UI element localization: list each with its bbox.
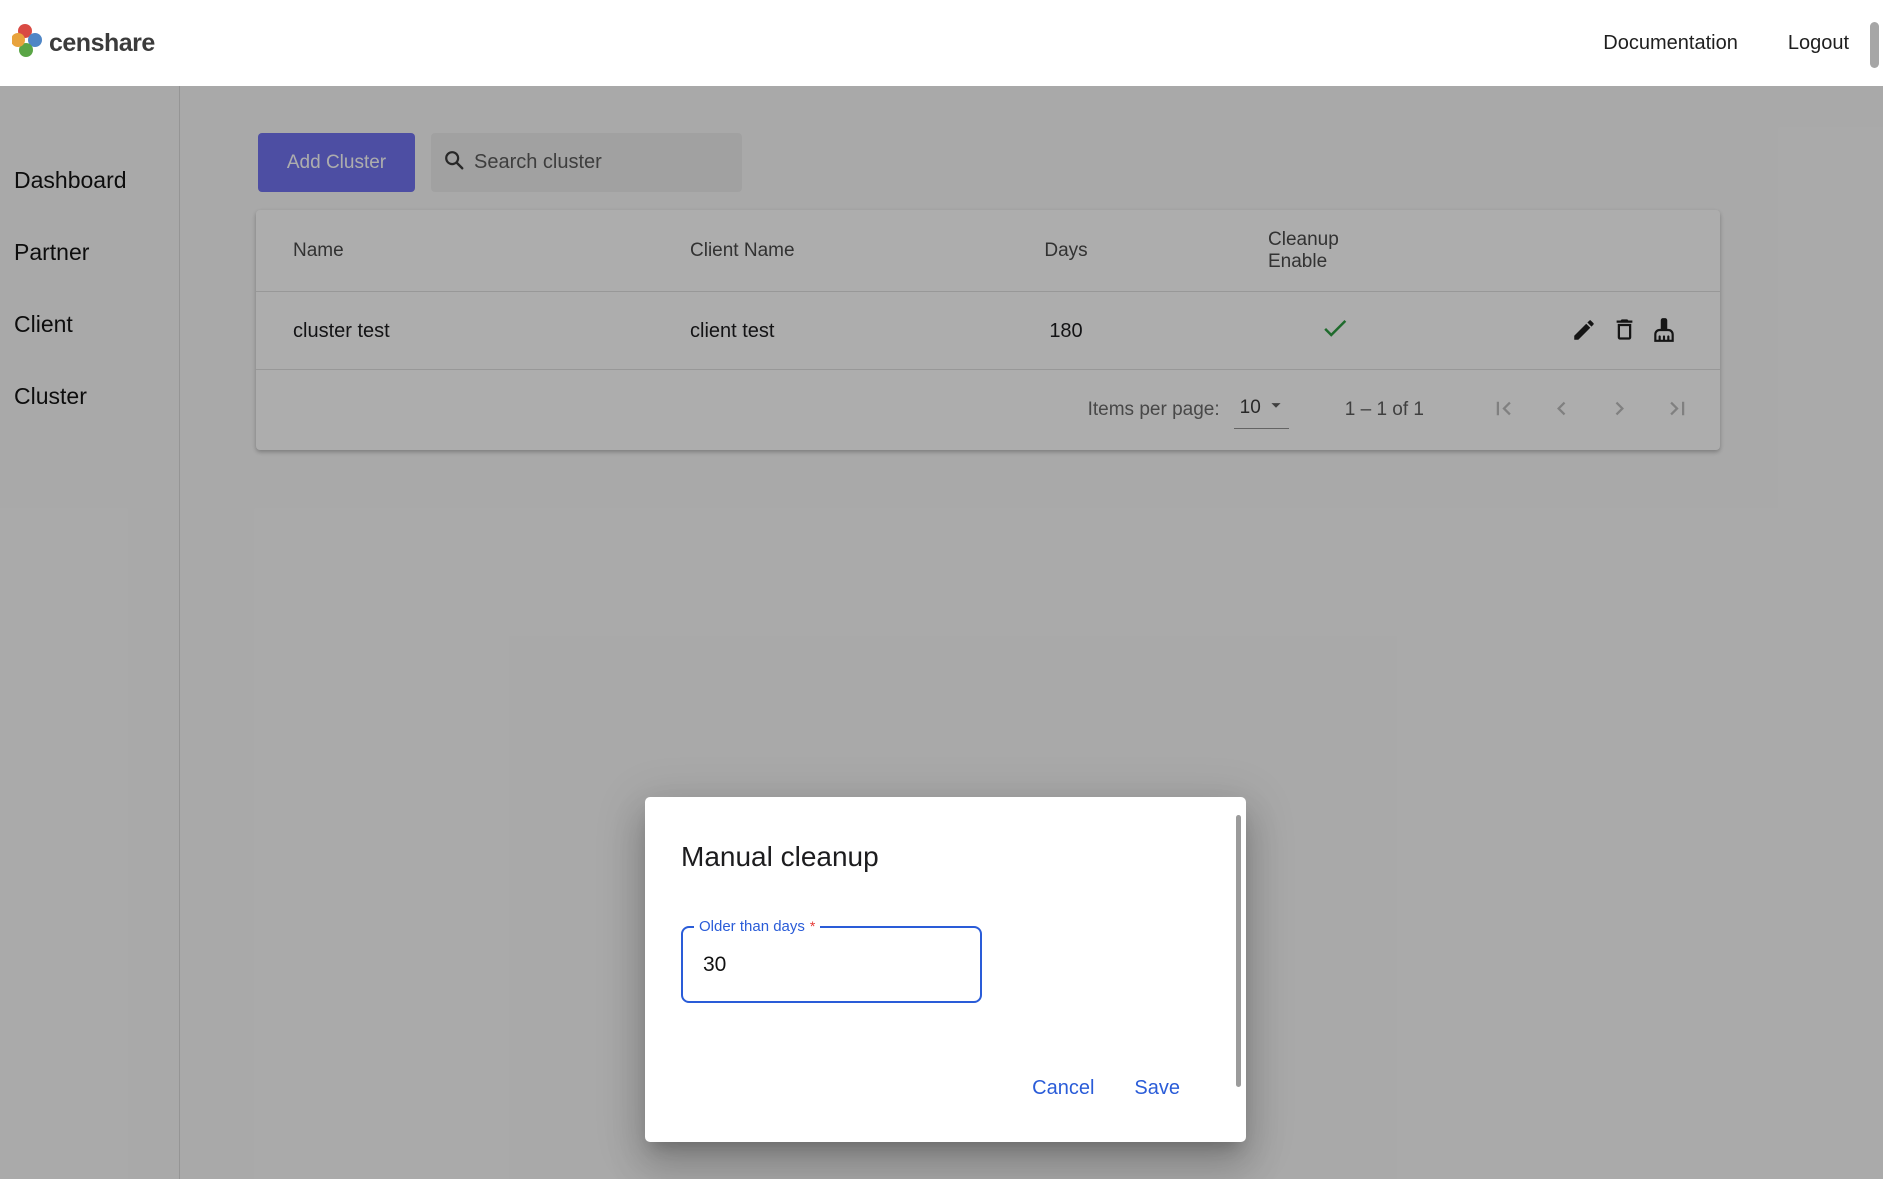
nav-documentation[interactable]: Documentation [1603,32,1738,55]
older-than-days-field: Older than days * [681,926,982,1003]
page-scrollbar[interactable] [1870,22,1879,68]
manual-cleanup-dialog: Manual cleanup Older than days * Cancel … [645,797,1246,1142]
older-than-days-input[interactable] [683,928,980,1001]
app-root: censhare Documentation Logout Dashboard … [0,0,1883,1179]
dialog-scrollbar[interactable] [1236,815,1241,1087]
cancel-button[interactable]: Cancel [1026,1071,1100,1106]
field-label-text: Older than days [699,918,805,935]
nav-logout[interactable]: Logout [1788,32,1849,55]
censhare-logo-icon [12,22,46,65]
required-asterisk: * [810,918,815,934]
save-button[interactable]: Save [1128,1071,1186,1106]
top-nav: Documentation Logout [1603,32,1849,55]
older-than-days-label: Older than days * [694,918,820,935]
dialog-title: Manual cleanup [681,841,879,873]
dialog-actions: Cancel Save [1026,1071,1186,1106]
brand-name: censhare [49,29,155,58]
censhare-logo[interactable]: censhare [12,22,155,65]
top-bar: censhare Documentation Logout [0,0,1883,86]
